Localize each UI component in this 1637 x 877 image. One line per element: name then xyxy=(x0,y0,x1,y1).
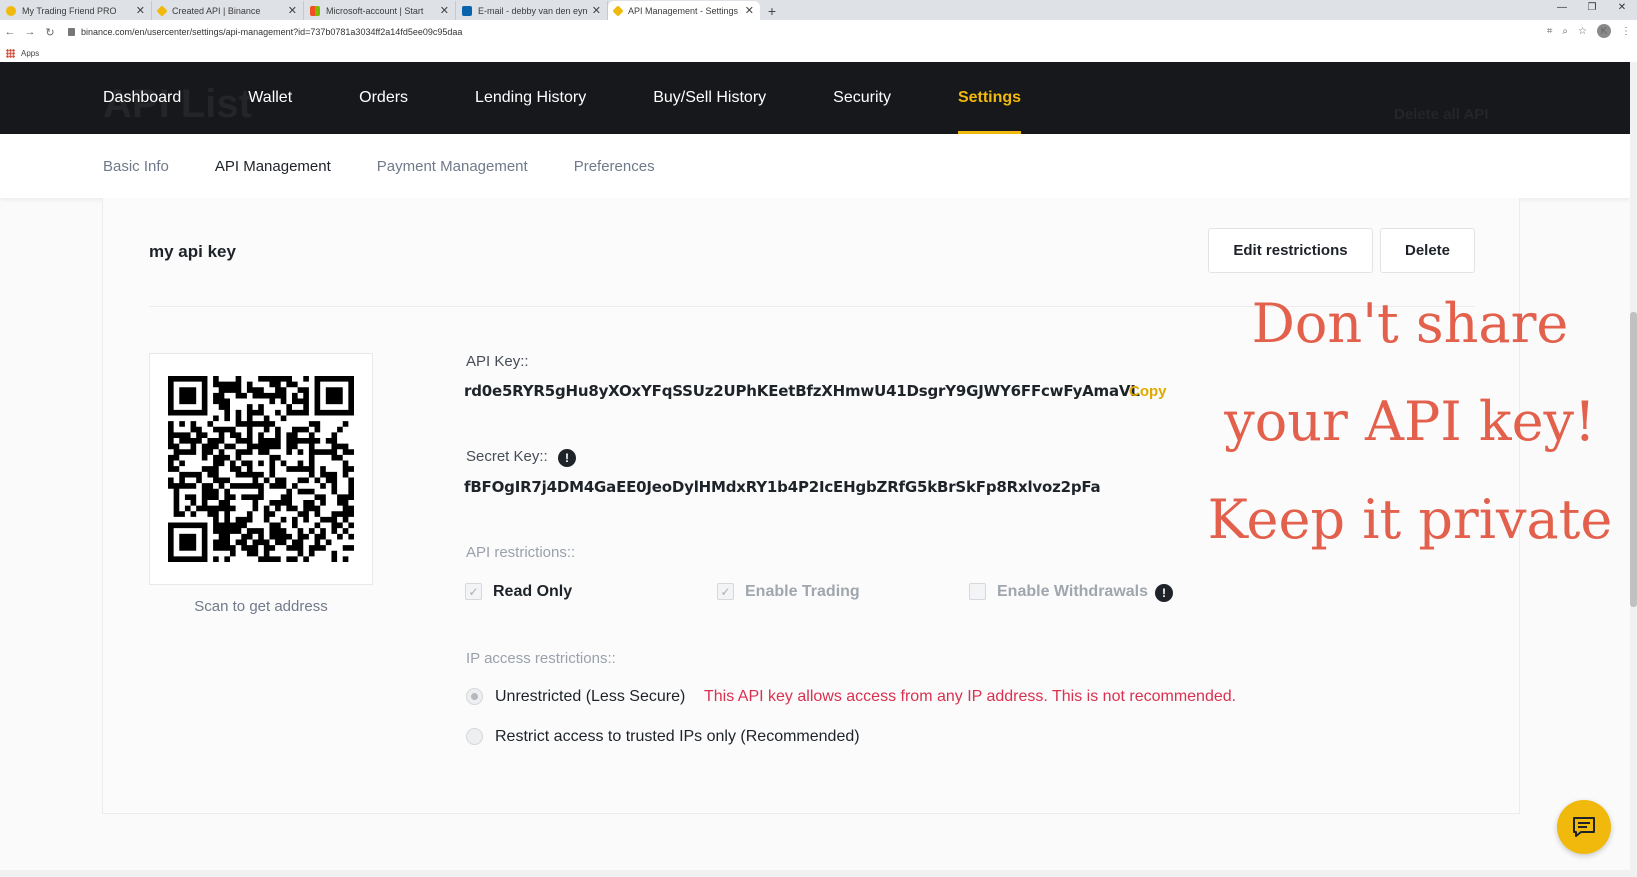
enable-trading-label: Enable Trading xyxy=(745,583,860,600)
favicon-icon xyxy=(612,4,624,17)
qr-code-image xyxy=(168,376,354,562)
translate-icon[interactable]: ⌗ xyxy=(1547,26,1553,37)
chat-icon xyxy=(1573,817,1595,837)
menu-icon[interactable]: ⋮ xyxy=(1621,26,1631,37)
secret-key-label: Secret Key:: xyxy=(466,448,548,465)
main-header: API List Delete all API Dashboard Wallet… xyxy=(0,62,1630,134)
tab-title: E-mail - debby van den eynde - xyxy=(478,5,588,16)
lock-icon xyxy=(68,28,75,36)
new-tab-button[interactable]: + xyxy=(760,1,784,20)
close-icon[interactable]: ✕ xyxy=(288,4,297,17)
address-bar: ← → ↻ binance.com/en/usercenter/settings… xyxy=(0,20,1637,44)
close-window-icon[interactable]: ✕ xyxy=(1607,0,1637,18)
tab-preferences[interactable]: Preferences xyxy=(574,158,655,175)
nav-orders[interactable]: Orders xyxy=(359,62,408,134)
qr-code xyxy=(149,353,373,585)
enable-withdrawals-label: Enable Withdrawals xyxy=(997,583,1148,600)
copy-button[interactable]: Copy xyxy=(1129,383,1167,400)
read-only-label: Read Only xyxy=(493,583,573,600)
browser-tab[interactable]: My Trading Friend PRO ✕ xyxy=(0,1,152,20)
delete-all-api-behind: Delete all API xyxy=(1394,106,1489,123)
tab-api-management[interactable]: API Management xyxy=(215,158,331,175)
favicon-icon xyxy=(156,4,168,17)
close-icon[interactable]: ✕ xyxy=(745,4,754,17)
tab-title: API Management - Settings - Bi xyxy=(628,5,741,16)
browser-tab-active[interactable]: API Management - Settings - Bi ✕ xyxy=(608,1,760,20)
close-icon[interactable]: ✕ xyxy=(136,4,145,17)
close-icon[interactable]: ✕ xyxy=(440,4,449,17)
forward-icon[interactable]: → xyxy=(20,26,40,38)
read-only-checkbox[interactable]: ✓ xyxy=(465,583,482,600)
settings-subnav: Basic Info API Management Payment Manage… xyxy=(0,134,1630,198)
info-icon[interactable]: ! xyxy=(1155,584,1173,602)
browser-tab[interactable]: Microsoft-account | Start ✕ xyxy=(304,1,456,20)
nav-buy-sell-history[interactable]: Buy/Sell History xyxy=(653,62,766,134)
enable-withdrawals-checkbox[interactable] xyxy=(969,583,986,600)
tab-title: Created API | Binance xyxy=(172,5,261,16)
scrollbar-thumb[interactable] xyxy=(1630,312,1637,607)
nav-security[interactable]: Security xyxy=(833,62,891,134)
unrestricted-label: Unrestricted (Less Secure) xyxy=(495,688,686,705)
nav-dashboard[interactable]: Dashboard xyxy=(103,62,181,134)
edit-restrictions-button[interactable]: Edit restrictions xyxy=(1208,228,1373,273)
browser-tab[interactable]: Created API | Binance ✕ xyxy=(152,1,304,20)
ip-restrictions-label: IP access restrictions:: xyxy=(466,650,616,667)
back-icon[interactable]: ← xyxy=(0,26,20,38)
tab-basic-info[interactable]: Basic Info xyxy=(103,158,169,175)
restrict-ip-radio[interactable] xyxy=(466,728,483,745)
apps-icon[interactable] xyxy=(6,48,15,58)
secret-key-value: fBFOgIR7j4DM4GaEE0JeoDylHMdxRY1b4P2IcEHg… xyxy=(464,478,1101,496)
url-text: binance.com/en/usercenter/settings/api-m… xyxy=(81,27,463,37)
overlay-line-1: Don't share xyxy=(1251,292,1569,355)
api-key-name: my api key xyxy=(149,242,236,261)
unrestricted-radio[interactable] xyxy=(466,688,483,705)
zoom-icon[interactable]: ⌕ xyxy=(1562,26,1568,37)
window-controls: — ❐ ✕ xyxy=(1547,0,1637,18)
close-icon[interactable]: ✕ xyxy=(592,4,601,17)
bookmarks-bar: Apps xyxy=(0,44,1637,62)
qr-caption: Scan to get address xyxy=(194,598,328,615)
api-key-value: rd0e5RYR5gHu8yXOxYFqSSUz2UPhKEetBfzXHmwU… xyxy=(464,382,1140,400)
profile-avatar[interactable]: K xyxy=(1597,24,1611,38)
delete-button[interactable]: Delete xyxy=(1380,228,1475,273)
restrict-ip-label: Restrict access to trusted IPs only (Rec… xyxy=(495,728,860,745)
browser-tab-bar: My Trading Friend PRO ✕ Created API | Bi… xyxy=(0,0,1637,20)
favicon-icon xyxy=(6,5,16,16)
nav-wallet[interactable]: Wallet xyxy=(248,62,292,134)
url-field[interactable]: binance.com/en/usercenter/settings/api-m… xyxy=(68,27,462,37)
minimize-icon[interactable]: — xyxy=(1547,0,1577,18)
favicon-icon xyxy=(310,5,320,16)
browser-tab[interactable]: E-mail - debby van den eynde - ✕ xyxy=(456,1,608,20)
enable-trading-checkbox[interactable]: ✓ xyxy=(717,583,734,600)
api-restrictions-label: API restrictions:: xyxy=(466,544,576,561)
tab-title: My Trading Friend PRO xyxy=(22,5,117,16)
info-icon[interactable]: ! xyxy=(558,449,576,467)
nav-settings[interactable]: Settings xyxy=(957,62,1022,134)
ip-warning: This API key allows access from any IP a… xyxy=(704,688,1237,705)
tab-title: Microsoft-account | Start xyxy=(326,5,424,16)
api-key-label: API Key:: xyxy=(466,353,529,370)
overlay-line-2: your API key! xyxy=(1224,390,1596,453)
nav-lending-history[interactable]: Lending History xyxy=(475,62,586,134)
favicon-icon xyxy=(462,5,472,16)
apps-label[interactable]: Apps xyxy=(21,49,39,58)
chat-button[interactable] xyxy=(1557,800,1611,854)
reload-icon[interactable]: ↻ xyxy=(40,26,60,39)
restore-icon[interactable]: ❐ xyxy=(1577,0,1607,18)
page-bottom xyxy=(0,870,1630,877)
overlay-line-3: Keep it private xyxy=(1207,488,1613,551)
star-icon[interactable]: ☆ xyxy=(1578,26,1587,37)
tab-payment-management[interactable]: Payment Management xyxy=(377,158,528,175)
